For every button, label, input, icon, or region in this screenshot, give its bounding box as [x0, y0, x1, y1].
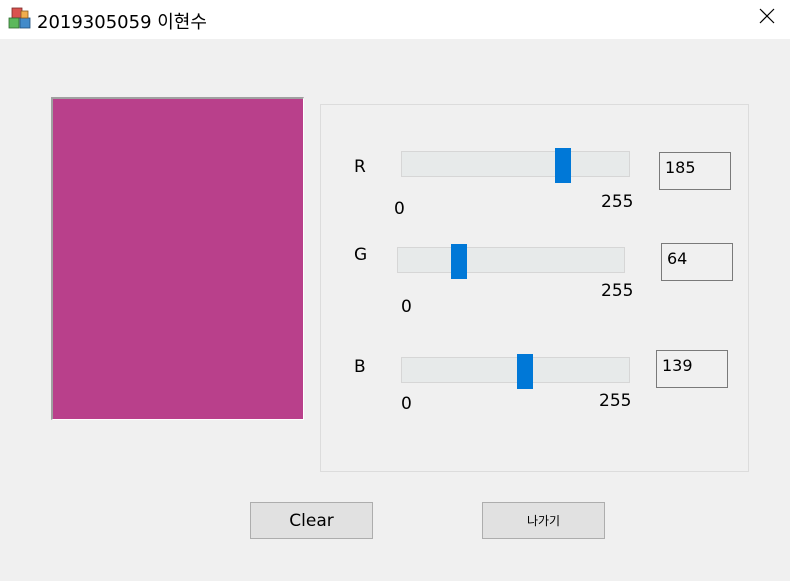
g-slider[interactable]: [397, 244, 625, 279]
b-min-label: 0: [401, 394, 412, 414]
r-max-label: 255: [601, 192, 634, 212]
r-value-box[interactable]: 185: [659, 152, 731, 190]
b-label: B: [354, 357, 366, 377]
r-label: R: [354, 157, 366, 177]
r-slider-thumb[interactable]: [555, 148, 571, 183]
g-min-label: 0: [401, 297, 412, 317]
exit-button[interactable]: 나가기: [482, 502, 605, 539]
b-slider-thumb[interactable]: [517, 354, 533, 389]
r-min-label: 0: [394, 199, 405, 219]
g-label: G: [354, 245, 368, 265]
close-icon: [759, 8, 775, 24]
color-preview-panel: [51, 97, 304, 420]
b-slider[interactable]: [401, 354, 630, 389]
app-blocks-icon: [8, 6, 32, 30]
g-slider-thumb[interactable]: [451, 244, 467, 279]
b-max-label: 255: [599, 391, 632, 411]
clear-button[interactable]: Clear: [250, 502, 373, 539]
b-value-box[interactable]: 139: [656, 350, 728, 388]
close-button[interactable]: [744, 0, 790, 32]
g-value-box[interactable]: 64: [661, 243, 733, 281]
title-bar: 2019305059 이현수: [0, 0, 790, 39]
window-title: 2019305059 이현수: [37, 12, 207, 33]
g-max-label: 255: [601, 281, 634, 301]
r-slider[interactable]: [401, 148, 630, 183]
